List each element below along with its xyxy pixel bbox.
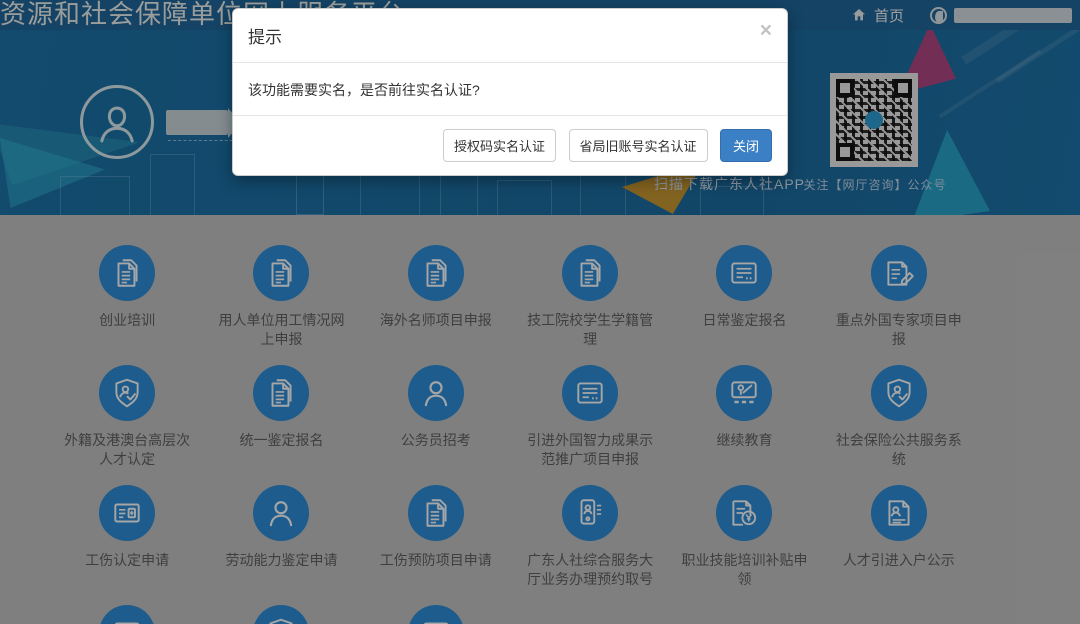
app-window: 资源和社会保障单位网上服务平台 首页 [0,0,1080,624]
dialog-title: 提示 [248,28,282,47]
dialog-header: 提示 × [233,9,787,63]
close-button[interactable]: 关闭 [720,129,772,162]
dialog-footer: 授权码实名认证 省局旧账号实名认证 关闭 [233,115,787,175]
auth-code-realname-button[interactable]: 授权码实名认证 [443,129,556,162]
dialog-message: 该功能需要实名，是否前往实名认证? [233,63,787,115]
close-icon[interactable]: × [760,20,772,41]
realname-prompt-dialog: 提示 × 该功能需要实名，是否前往实名认证? 授权码实名认证 省局旧账号实名认证… [232,8,788,176]
old-account-realname-button[interactable]: 省局旧账号实名认证 [569,129,708,162]
